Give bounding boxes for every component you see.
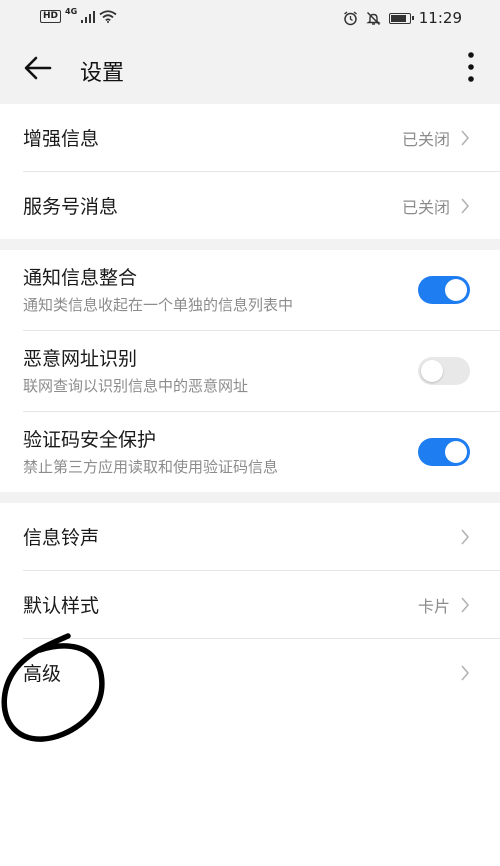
top-area: HD 4G 11:29 设置 bbox=[0, 0, 500, 104]
chevron-right-icon bbox=[461, 197, 470, 214]
hd-badge: HD bbox=[40, 10, 62, 23]
malicious-url-toggle[interactable] bbox=[418, 357, 470, 385]
status-time: 11:29 bbox=[418, 9, 462, 27]
item-label: 恶意网址识别 bbox=[23, 348, 138, 370]
arrow-left-icon[interactable] bbox=[22, 52, 54, 84]
more-vertical-icon[interactable] bbox=[466, 50, 476, 84]
enhanced-info-item[interactable]: 增强信息 已关闭 bbox=[0, 104, 500, 171]
toolbar: 设置 bbox=[0, 38, 500, 104]
section-gap bbox=[0, 239, 500, 250]
battery-level bbox=[390, 14, 407, 22]
bell-off-icon bbox=[365, 11, 381, 25]
item-label: 高级 bbox=[23, 663, 62, 685]
status-left: HD 4G bbox=[40, 7, 117, 23]
settings-group-general: 信息铃声 默认样式 卡片 高级 bbox=[0, 503, 500, 706]
signal-bars-icon bbox=[81, 10, 96, 23]
notification-merge-item: 通知信息整合 通知类信息收起在一个单独的信息列表中 bbox=[0, 250, 500, 330]
chevron-right-icon bbox=[461, 528, 470, 545]
settings-group-info: 增强信息 已关闭 服务号消息 已关闭 bbox=[0, 104, 500, 239]
message-ringtone-item[interactable]: 信息铃声 bbox=[0, 503, 500, 570]
toggle-knob bbox=[445, 279, 467, 301]
chevron-right-icon bbox=[461, 596, 470, 613]
battery-icon bbox=[388, 12, 414, 24]
item-label: 通知信息整合 bbox=[23, 267, 138, 289]
item-description: 禁止第三方应用读取和使用验证码信息 bbox=[23, 458, 279, 476]
item-description: 通知类信息收起在一个单独的信息列表中 bbox=[23, 296, 294, 314]
item-label: 验证码安全保护 bbox=[23, 429, 157, 451]
malicious-url-item: 恶意网址识别 联网查询以识别信息中的恶意网址 bbox=[0, 331, 500, 411]
verification-code-protection-item: 验证码安全保护 禁止第三方应用读取和使用验证码信息 bbox=[0, 412, 500, 492]
page-title: 设置 bbox=[80, 61, 125, 86]
item-value: 已关闭 bbox=[401, 129, 450, 149]
network-type: 4G bbox=[65, 7, 78, 16]
default-style-item[interactable]: 默认样式 卡片 bbox=[0, 571, 500, 638]
wifi-icon bbox=[99, 10, 117, 23]
alarm-icon bbox=[343, 10, 357, 25]
item-label: 增强信息 bbox=[23, 128, 100, 150]
service-account-messages-item[interactable]: 服务号消息 已关闭 bbox=[0, 172, 500, 239]
toggle-knob bbox=[421, 360, 443, 382]
item-label: 信息铃声 bbox=[23, 527, 100, 549]
item-label: 服务号消息 bbox=[23, 196, 119, 218]
chevron-right-icon bbox=[461, 664, 470, 681]
notification-merge-toggle[interactable] bbox=[418, 276, 470, 304]
status-right: 11:29 bbox=[343, 9, 462, 27]
advanced-item[interactable]: 高级 bbox=[0, 639, 500, 706]
item-description: 联网查询以识别信息中的恶意网址 bbox=[23, 377, 249, 395]
section-gap bbox=[0, 492, 500, 503]
toggle-knob bbox=[445, 441, 467, 463]
item-value: 卡片 bbox=[417, 596, 450, 616]
item-value: 已关闭 bbox=[401, 197, 450, 217]
chevron-right-icon bbox=[461, 129, 470, 146]
settings-group-switches: 通知信息整合 通知类信息收起在一个单独的信息列表中 恶意网址识别 联网查询以识别… bbox=[0, 250, 500, 492]
status-bar: HD 4G 11:29 bbox=[0, 0, 500, 38]
item-label: 默认样式 bbox=[23, 595, 100, 617]
verification-code-toggle[interactable] bbox=[418, 438, 470, 466]
